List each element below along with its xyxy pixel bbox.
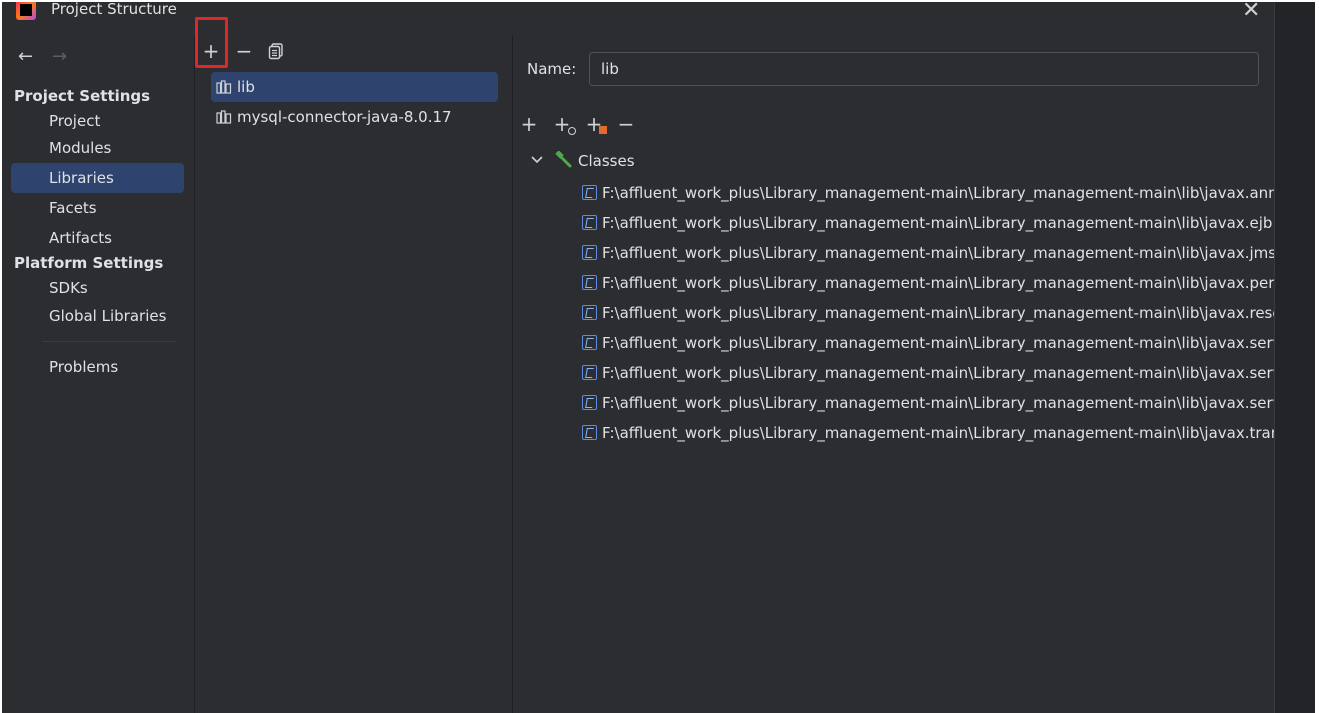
hammer-icon — [555, 151, 572, 168]
jar-file-icon — [582, 425, 597, 440]
jar-row[interactable]: F:\affluent_work_plus\Library_management… — [580, 208, 1275, 238]
nav-divider — [42, 341, 176, 342]
jar-path: F:\affluent_work_plus\Library_management… — [602, 274, 1275, 292]
jar-row[interactable]: F:\affluent_work_plus\Library_management… — [580, 268, 1275, 298]
nav-item-facets[interactable]: Facets — [11, 193, 184, 223]
jar-row[interactable]: F:\affluent_work_plus\Library_management… — [580, 418, 1275, 448]
jar-file-icon — [582, 365, 597, 380]
library-label: mysql-connector-java-8.0.17 — [237, 108, 452, 126]
jar-path: F:\affluent_work_plus\Library_management… — [602, 394, 1275, 412]
jar-row[interactable]: F:\affluent_work_plus\Library_management… — [580, 388, 1275, 418]
jar-file-icon — [582, 215, 597, 230]
nav-item-sdks[interactable]: SDKs — [11, 273, 184, 303]
library-icon — [216, 110, 232, 124]
back-arrow-icon[interactable]: ← — [18, 46, 33, 67]
add-classes-button[interactable]: + — [517, 112, 541, 136]
jar-path: F:\affluent_work_plus\Library_management… — [602, 244, 1275, 262]
jar-path: F:\affluent_work_plus\Library_management… — [602, 424, 1275, 442]
jar-path: F:\affluent_work_plus\Library_management… — [602, 184, 1275, 202]
jar-path: F:\affluent_work_plus\Library_management… — [602, 214, 1275, 232]
right-side-panel — [1274, 2, 1315, 713]
name-label: Name: — [527, 60, 577, 78]
jar-row[interactable]: F:\affluent_work_plus\Library_management… — [580, 298, 1275, 328]
external-badge-icon — [599, 126, 607, 134]
jar-path: F:\affluent_work_plus\Library_management… — [602, 304, 1275, 322]
jar-file-icon — [582, 335, 597, 350]
nav-item-problems[interactable]: Problems — [11, 352, 184, 382]
platform-settings-heading: Platform Settings — [14, 254, 164, 272]
jar-file-icon — [582, 185, 597, 200]
remove-root-button[interactable]: − — [614, 112, 638, 136]
middle-panel-divider[interactable] — [512, 36, 513, 713]
intellij-logo-icon — [16, 2, 36, 20]
classes-list: F:\affluent_work_plus\Library_management… — [580, 178, 1275, 478]
nav-item-project[interactable]: Project — [11, 106, 184, 136]
nav-item-modules[interactable]: Modules — [11, 133, 184, 163]
jar-row[interactable]: F:\affluent_work_plus\Library_management… — [580, 238, 1275, 268]
classes-tree-node[interactable]: Classes — [578, 152, 635, 170]
jar-row[interactable]: F:\affluent_work_plus\Library_management… — [580, 178, 1275, 208]
jar-path: F:\affluent_work_plus\Library_management… — [602, 364, 1275, 382]
jar-file-icon — [582, 245, 597, 260]
project-settings-heading: Project Settings — [14, 87, 151, 105]
add-button-highlight — [195, 17, 228, 68]
jar-row[interactable]: F:\affluent_work_plus\Library_management… — [580, 328, 1275, 358]
library-name-input[interactable] — [589, 52, 1259, 86]
jar-file-icon — [582, 395, 597, 410]
project-structure-window: Project Structure ✕ ← → Project Settings… — [2, 2, 1315, 713]
chevron-down-icon[interactable] — [529, 152, 545, 168]
left-panel-divider[interactable] — [194, 36, 195, 713]
attach-badge-icon — [568, 127, 576, 135]
jar-file-icon — [582, 275, 597, 290]
window-title: Project Structure — [51, 2, 177, 18]
close-icon[interactable]: ✕ — [1242, 2, 1260, 23]
nav-item-artifacts[interactable]: Artifacts — [11, 223, 184, 253]
remove-library-button[interactable]: − — [231, 38, 257, 64]
add-jar-directory-button[interactable]: + — [550, 112, 576, 136]
nav-item-global-libraries[interactable]: Global Libraries — [11, 301, 184, 331]
nav-item-libraries[interactable]: Libraries — [11, 163, 184, 193]
library-item-lib[interactable]: lib — [211, 72, 498, 102]
library-icon — [216, 80, 232, 94]
jar-path: F:\affluent_work_plus\Library_management… — [602, 334, 1275, 352]
jar-file-icon — [582, 305, 597, 320]
library-item-mysql-connector[interactable]: mysql-connector-java-8.0.17 — [211, 102, 498, 132]
jar-row[interactable]: F:\affluent_work_plus\Library_management… — [580, 358, 1275, 388]
right-panel-edge — [1274, 2, 1275, 713]
add-external-button[interactable]: + — [582, 112, 607, 136]
library-label: lib — [237, 78, 255, 96]
copy-library-button[interactable] — [263, 38, 289, 64]
forward-arrow-icon[interactable]: → — [52, 46, 67, 67]
copy-icon — [268, 43, 283, 60]
